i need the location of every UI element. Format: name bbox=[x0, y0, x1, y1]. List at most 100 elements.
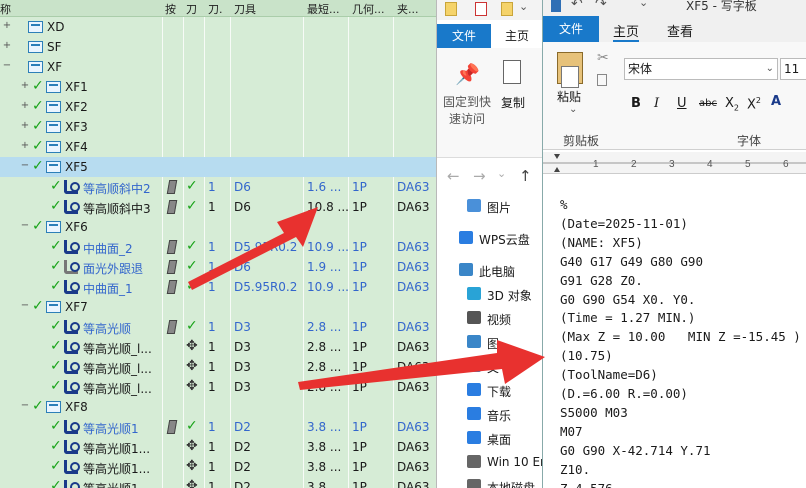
tree-operation-row[interactable]: ✓ 中曲面_2 ✓ 1 D5.95R0.2 10.9 ... 1P DA63 bbox=[0, 237, 436, 257]
edit-pen-icon[interactable] bbox=[166, 240, 178, 254]
expand-icon[interactable]: + bbox=[2, 20, 12, 31]
back-icon[interactable]: ← bbox=[447, 167, 460, 185]
tree-operation-row[interactable]: ✓ 等高光顺 ✓ 1 D3 2.8 ... 1P DA63 bbox=[0, 317, 436, 337]
edit-pen-icon[interactable] bbox=[166, 200, 178, 214]
tree-folder-row[interactable]: − ✓ XF8 bbox=[0, 397, 436, 417]
column-button[interactable]: 按 bbox=[165, 1, 181, 17]
tree-folder-row[interactable]: + ✓ XF1 bbox=[0, 77, 436, 97]
document-body[interactable]: % (Date=2025-11-01) (NAME: XF5) G40 G17 G49… bbox=[560, 196, 806, 488]
tree-folder-row[interactable]: − ✓ XF7 bbox=[0, 297, 436, 317]
sidebar-item[interactable]: 文 bbox=[437, 354, 542, 378]
sidebar-item[interactable]: 下载 bbox=[437, 378, 542, 402]
tree-folder-row[interactable]: + ✓ XF2 bbox=[0, 97, 436, 117]
tree-operation-row[interactable]: ✓ 等高光顺1... ✥ 1 D2 3.8 ... 1P DA63 bbox=[0, 437, 436, 457]
explorer-home-tab[interactable]: 主页 bbox=[495, 24, 539, 48]
move-icon[interactable]: ✥ bbox=[186, 358, 198, 374]
collapse-icon[interactable]: − bbox=[20, 400, 30, 411]
sidebar-item[interactable]: WPS云盘 bbox=[437, 226, 542, 250]
forward-icon[interactable]: → bbox=[473, 167, 486, 185]
tree-folder-row[interactable]: + XD bbox=[0, 17, 436, 37]
font-name-field[interactable]: 宋体 ⌄ bbox=[624, 58, 778, 80]
font-size-field[interactable]: 11 bbox=[780, 58, 806, 80]
tree-operation-row[interactable]: ✓ 等高顺斜中3 ✓ 1 D6 10.8 ... 1P DA63 bbox=[0, 197, 436, 217]
explorer-file-tab[interactable]: 文件 bbox=[437, 24, 491, 48]
tree-operation-row[interactable]: ✓ 等高光顺_l... ✥ 1 D3 2.8 ... 1P DA63 bbox=[0, 357, 436, 377]
tab-home[interactable]: 主页 bbox=[613, 21, 640, 42]
tree-operation-row[interactable]: ✓ 等高光顺_l... ✥ 1 D3 2.8 ... 1P DA63 bbox=[0, 377, 436, 397]
tree-operation-row[interactable]: ✓ 等高光顺1 ✥ 1 D2 3.8 ... 1P DA63 bbox=[0, 477, 436, 488]
tree-folder-row[interactable]: − XF bbox=[0, 57, 436, 77]
edit-pen-icon[interactable] bbox=[166, 420, 178, 434]
save-icon[interactable] bbox=[551, 0, 561, 12]
bold-button[interactable]: B bbox=[631, 96, 641, 111]
sidebar-item[interactable]: 此电脑 bbox=[437, 258, 542, 282]
copy-doc-icon[interactable] bbox=[597, 74, 607, 86]
subscript-button[interactable]: X2 bbox=[725, 96, 739, 113]
chevron-down-icon[interactable]: ⌄ bbox=[519, 0, 528, 13]
collapse-icon[interactable]: − bbox=[20, 220, 30, 231]
collapse-icon[interactable]: − bbox=[2, 60, 12, 71]
edit-pen-icon[interactable] bbox=[166, 180, 178, 194]
move-icon[interactable]: ✥ bbox=[186, 338, 198, 354]
paste-chevron-icon[interactable]: ⌄ bbox=[569, 104, 577, 115]
italic-button[interactable]: I bbox=[654, 96, 659, 111]
pin-to-quick-access-button[interactable]: 固定到快 速访问 bbox=[443, 94, 491, 128]
tree-folder-row[interactable]: + ✓ XF4 bbox=[0, 137, 436, 157]
expand-icon[interactable]: + bbox=[20, 120, 30, 131]
sidebar-item[interactable]: 图片 bbox=[437, 194, 542, 218]
superscript-button[interactable]: X2 bbox=[747, 96, 761, 112]
column-fixture[interactable]: 夹... bbox=[397, 1, 427, 17]
toolbar-chevron-icon[interactable]: ⌄ bbox=[639, 0, 648, 9]
tree-folder-row[interactable]: − ✓ XF6 bbox=[0, 217, 436, 237]
tree-operation-row[interactable]: ✓ 等高光顺_l... ✥ 1 D3 2.8 ... 1P DA63 bbox=[0, 337, 436, 357]
expand-icon[interactable]: + bbox=[20, 100, 30, 111]
sidebar-item[interactable]: 视频 bbox=[437, 306, 542, 330]
move-icon[interactable]: ✥ bbox=[186, 378, 198, 394]
font-name-chevron-icon[interactable]: ⌄ bbox=[766, 59, 774, 79]
sidebar-item[interactable]: 桌面 bbox=[437, 426, 542, 450]
strikethrough-button[interactable]: abc bbox=[699, 98, 717, 109]
collapse-icon[interactable]: − bbox=[20, 160, 30, 171]
undo-icon[interactable]: ↶ bbox=[571, 0, 583, 12]
wordpad-file-tab[interactable]: 文件 bbox=[543, 16, 599, 42]
tree-operation-row[interactable]: ✓ 中曲面_1 ✓ 1 D5.95R0.2 10.9 ... 1P DA63 bbox=[0, 277, 436, 297]
underline-button[interactable]: U bbox=[677, 96, 687, 111]
sidebar-item[interactable]: 3D 对象 bbox=[437, 282, 542, 306]
sidebar-item[interactable]: 图 bbox=[437, 330, 542, 354]
sidebar-item[interactable]: 音乐 bbox=[437, 402, 542, 426]
expand-icon[interactable]: + bbox=[2, 40, 12, 51]
new-folder-icon[interactable] bbox=[501, 2, 513, 16]
column-shortest[interactable]: 最短... bbox=[307, 1, 349, 17]
sidebar-item[interactable]: 本地磁盘 bbox=[437, 474, 542, 488]
tree-operation-row[interactable]: ✓ 面光外跟退 ✓ 1 D6 1.9 ... 1P DA63 bbox=[0, 257, 436, 277]
cut-icon[interactable]: ✂ bbox=[597, 50, 609, 66]
tree-operation-row[interactable]: ✓ 等高顺斜中2 ✓ 1 D6 1.6 ... 1P DA63 bbox=[0, 177, 436, 197]
expand-icon[interactable]: + bbox=[20, 80, 30, 91]
edit-pen-icon[interactable] bbox=[166, 260, 178, 274]
move-icon[interactable]: ✥ bbox=[186, 478, 198, 488]
move-icon[interactable]: ✥ bbox=[186, 458, 198, 474]
column-tool-num[interactable]: 刀. bbox=[208, 1, 228, 17]
copy-button[interactable]: 复制 bbox=[501, 94, 525, 111]
tree-folder-row[interactable]: + ✓ XF3 bbox=[0, 117, 436, 137]
expand-icon[interactable]: + bbox=[20, 140, 30, 151]
tab-view[interactable]: 查看 bbox=[667, 21, 693, 40]
recent-chevron-icon[interactable]: ⌄ bbox=[497, 167, 506, 180]
paste-button[interactable]: 粘贴 bbox=[557, 88, 581, 105]
edit-pen-icon[interactable] bbox=[166, 280, 178, 294]
move-icon[interactable]: ✥ bbox=[186, 438, 198, 454]
column-tool-name[interactable]: 刀具 bbox=[234, 1, 294, 17]
collapse-icon[interactable]: − bbox=[20, 300, 30, 311]
sidebar-item[interactable]: Win 10 Ent bbox=[437, 450, 542, 474]
redo-icon[interactable]: ↷ bbox=[595, 0, 607, 12]
ruler[interactable]: 1 2 3 4 5 6 bbox=[543, 152, 806, 174]
column-geometry[interactable]: 几何... bbox=[352, 1, 392, 17]
tree-folder-row[interactable]: + SF bbox=[0, 37, 436, 57]
column-tool[interactable]: 刀 bbox=[186, 1, 202, 17]
edit-pen-icon[interactable] bbox=[166, 320, 178, 334]
tree-operation-row[interactable]: ✓ 等高光顺1 ✓ 1 D2 3.8 ... 1P DA63 bbox=[0, 417, 436, 437]
tree-operation-row[interactable]: ✓ 等高光顺1... ✥ 1 D2 3.8 ... 1P DA63 bbox=[0, 457, 436, 477]
up-icon[interactable]: ↑ bbox=[519, 167, 532, 185]
properties-icon[interactable] bbox=[475, 2, 487, 16]
tree-folder-row[interactable]: − ✓ XF5 bbox=[0, 157, 436, 177]
